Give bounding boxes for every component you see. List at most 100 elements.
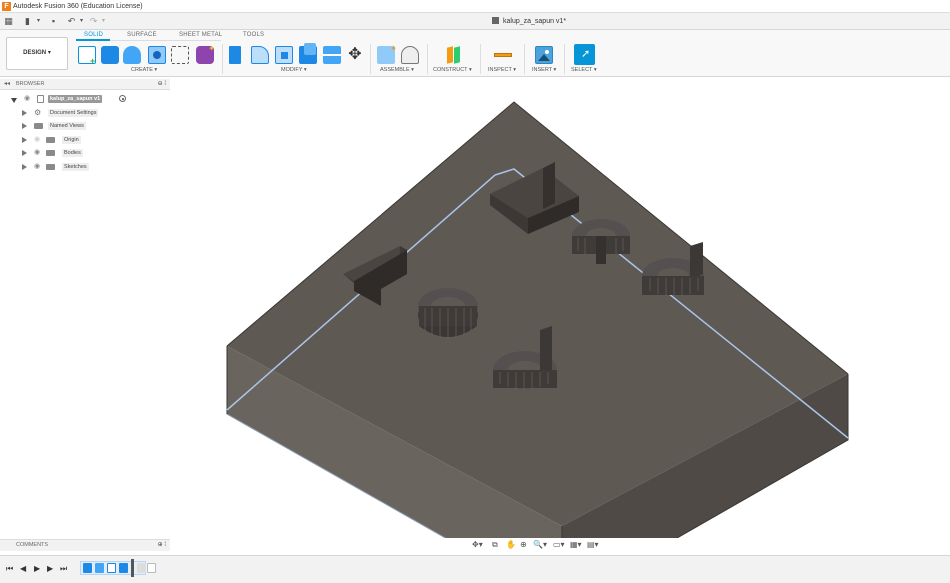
save-icon[interactable]: ▪ (48, 16, 59, 27)
orbit-icon[interactable]: ✥▾ (472, 539, 483, 551)
active-tab-indicator (76, 39, 110, 41)
window-title: Autodesk Fusion 360 (Education License) (13, 3, 143, 10)
pan-hand-icon[interactable]: ✋ (506, 539, 516, 551)
viewports-icon[interactable]: ▤▾ (587, 539, 599, 551)
press-pull-icon[interactable] (229, 46, 241, 64)
document-name: kalup_za_sapun v1* (503, 18, 567, 25)
file-dropdown-icon[interactable]: ▾ (33, 16, 44, 27)
redo-dropdown-icon[interactable]: ▾ (98, 16, 109, 27)
step-back-icon[interactable]: ◀ (20, 564, 26, 574)
tab-solid[interactable]: SOLID (84, 32, 103, 38)
expand-triangle-icon[interactable] (22, 150, 27, 156)
expand-triangle-icon[interactable] (22, 109, 27, 116)
title-bar: F Autodesk Fusion 360 (Education License… (0, 0, 950, 13)
create-sketch-icon[interactable]: + (78, 46, 96, 66)
step-forward-icon[interactable]: ▶ (47, 564, 53, 574)
modify-label: MODIFY (281, 67, 303, 73)
play-icon[interactable]: ▶ (34, 564, 40, 574)
tab-surface[interactable]: SURFACE (127, 32, 157, 38)
extrude-icon[interactable] (101, 46, 119, 64)
timeline-suppressed-feature-icon[interactable] (137, 563, 146, 573)
undo-dropdown-icon[interactable]: ▾ (76, 16, 87, 27)
look-at-icon[interactable]: ⧉ (492, 539, 498, 551)
hole-icon[interactable] (148, 46, 166, 64)
document-icon (37, 95, 44, 103)
file-icon[interactable]: ▮ (22, 16, 33, 27)
timeline-suppressed-feature-icon[interactable] (147, 563, 156, 573)
timeline-sketch-feature-icon[interactable] (107, 563, 116, 573)
shell-icon[interactable] (275, 46, 293, 64)
group-separator (564, 44, 565, 74)
zoom-window-icon[interactable]: 🔍▾ (533, 539, 547, 551)
collapse-chevron-icon[interactable]: ◂◂ (4, 79, 10, 90)
display-settings-icon[interactable]: ▭▾ (553, 539, 565, 551)
expand-triangle-icon[interactable] (22, 136, 27, 143)
folder-icon (46, 136, 55, 143)
activate-radio-icon[interactable] (119, 95, 126, 102)
create-form-icon[interactable]: ✦ (196, 44, 215, 64)
zoom-icon[interactable]: ⊕ (520, 539, 527, 551)
visibility-eye-icon[interactable]: ◉ (24, 95, 32, 102)
browser-panel-controls[interactable]: ⊖ ⁞ (158, 79, 166, 90)
folder-icon (46, 163, 55, 170)
hidden-eye-icon[interactable]: ◉ (34, 136, 42, 143)
assemble-label: ASSEMBLE (380, 67, 410, 73)
create-menu[interactable]: CREATE ▾ (131, 67, 157, 73)
group-separator (524, 44, 525, 74)
offset-plane-icon[interactable] (445, 46, 463, 64)
revolve-icon[interactable] (123, 46, 141, 64)
navigation-toolbar: ✥▾ ⧉ ✋ ⊕ 🔍▾ ▭▾ ▦▾ ▤▾ (470, 538, 605, 552)
grid-icon[interactable]: ▦ (3, 16, 14, 27)
expand-triangle-icon[interactable] (11, 98, 17, 103)
tree-item-label: Origin (62, 135, 81, 144)
expand-triangle-icon[interactable] (22, 123, 27, 129)
select-icon[interactable]: ➚ (574, 44, 595, 65)
timeline-sketch-feature-icon[interactable] (83, 563, 92, 573)
workspace-label: DESIGN (23, 50, 47, 56)
visibility-eye-icon[interactable]: ◉ (34, 163, 42, 170)
browser-item-sketches[interactable]: ◉ Sketches (0, 161, 170, 175)
browser-item-bodies[interactable]: ◉ Bodies (0, 147, 170, 161)
move-copy-icon[interactable]: ✥ (346, 46, 364, 64)
timeline-extrude-feature-icon[interactable] (119, 563, 128, 573)
tab-sheet-metal[interactable]: SHEET METAL (179, 32, 222, 38)
fillet-icon[interactable] (251, 46, 269, 64)
document-tab[interactable]: kalup_za_sapun v1* (492, 16, 566, 27)
comments-panel[interactable]: COMMENTS ⊕ ⁞ (0, 539, 170, 551)
combine-icon[interactable] (299, 43, 317, 64)
new-component-icon[interactable]: ✦ (377, 44, 397, 64)
visibility-eye-icon[interactable]: ◉ (34, 149, 42, 156)
expand-triangle-icon[interactable] (22, 163, 27, 170)
browser-header[interactable]: ◂◂ BROWSER ⊖ ⁞ (0, 79, 170, 90)
insert-menu[interactable]: INSERT ▾ (532, 67, 556, 73)
insert-image-icon[interactable] (535, 46, 553, 64)
timeline-marker-icon[interactable] (131, 559, 134, 577)
workspace-switcher-button[interactable]: DESIGN ▾ (6, 37, 68, 70)
joint-icon[interactable] (401, 46, 419, 64)
measure-icon[interactable] (494, 46, 512, 64)
modify-menu[interactable]: MODIFY ▾ (281, 67, 307, 73)
browser-item-document-settings[interactable]: ⚙ Document Settings (0, 107, 170, 121)
folder-icon (46, 150, 55, 156)
split-body-icon[interactable] (323, 46, 341, 64)
browser-root-node[interactable]: ◉ kalup_za_sapun v1 (0, 93, 170, 107)
comments-panel-controls[interactable]: ⊕ ⁞ (158, 540, 166, 551)
select-label: SELECT (571, 67, 593, 73)
go-to-start-icon[interactable]: ⏮ (6, 564, 13, 574)
assemble-menu[interactable]: ASSEMBLE ▾ (380, 67, 414, 73)
browser-item-origin[interactable]: ◉ Origin (0, 134, 170, 148)
group-separator (222, 44, 223, 74)
inspect-menu[interactable]: INSPECT ▾ (488, 67, 516, 73)
group-separator (480, 44, 481, 74)
root-component-label[interactable]: kalup_za_sapun v1 (48, 95, 103, 103)
tree-item-label: Bodies (62, 149, 83, 157)
pattern-icon[interactable] (171, 46, 189, 64)
timeline-extrude-feature-icon[interactable] (95, 563, 104, 573)
select-menu[interactable]: SELECT ▾ (571, 67, 597, 73)
grid-settings-icon[interactable]: ▦▾ (570, 539, 582, 551)
construct-menu[interactable]: CONSTRUCT ▾ (433, 67, 472, 73)
browser-item-named-views[interactable]: Named Views (0, 120, 170, 134)
tab-tools[interactable]: TOOLS (243, 32, 264, 38)
inspect-label: INSPECT (488, 67, 512, 73)
go-to-end-icon[interactable]: ⏭ (60, 564, 67, 574)
